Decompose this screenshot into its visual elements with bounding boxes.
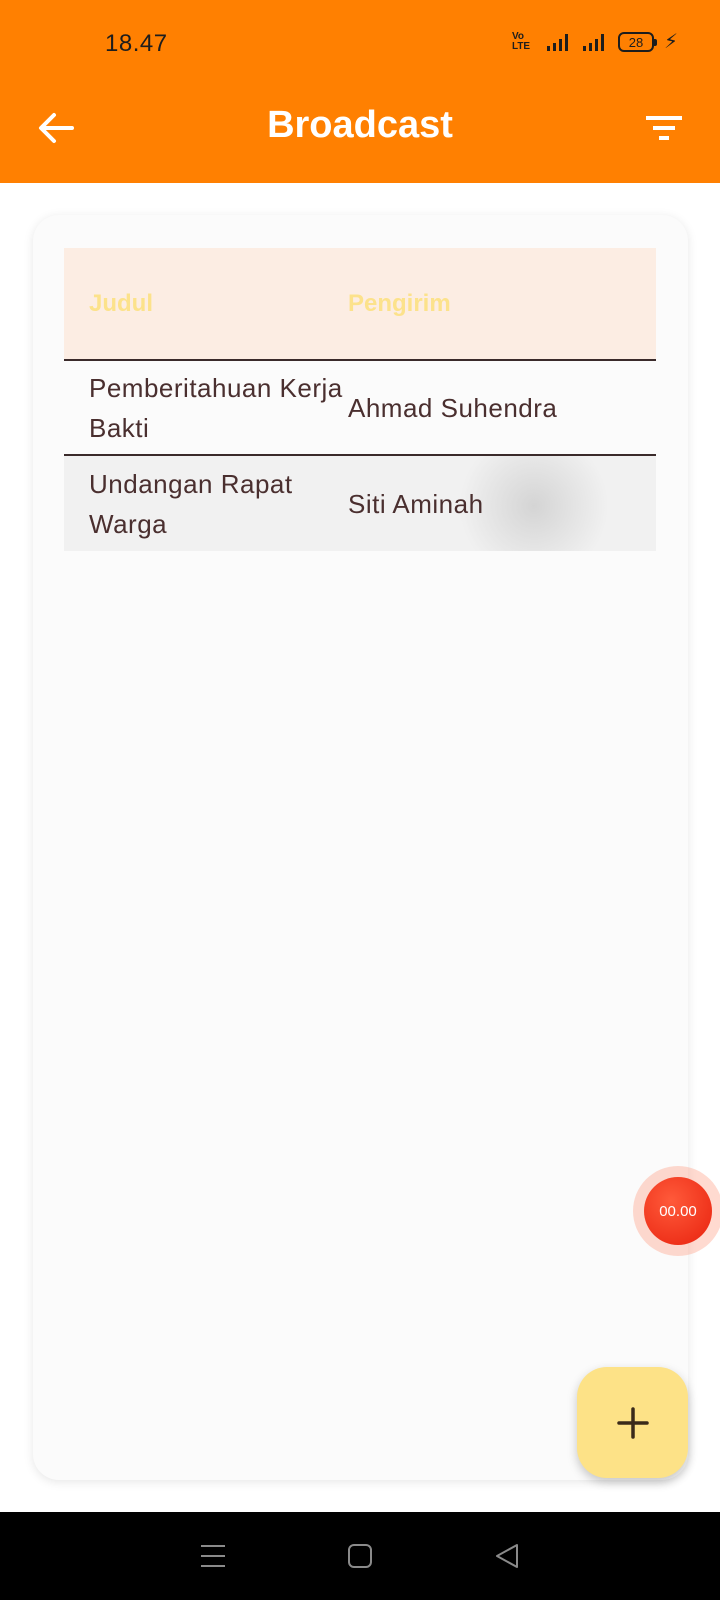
menu-icon xyxy=(201,1545,226,1567)
table-row[interactable]: Pemberitahuan Kerja Bakti Ahmad Suhendra xyxy=(64,361,656,456)
row-pengirim: Siti Aminah xyxy=(348,488,484,519)
filter-button[interactable] xyxy=(644,110,684,146)
page-title: Broadcast xyxy=(267,104,453,146)
header-pengirim: Pengirim xyxy=(348,289,451,317)
table-row[interactable]: Undangan Rapat Warga Siti Aminah xyxy=(64,456,656,551)
timer-label: 00.00 xyxy=(644,1177,712,1245)
back-triangle-icon xyxy=(495,1544,518,1568)
table-header: Judul Pengirim xyxy=(64,248,656,361)
system-nav-bar xyxy=(0,1512,720,1600)
content-card: Judul Pengirim Pemberitahuan Kerja Bakti… xyxy=(33,215,688,1480)
top-bar: 18.47 Vo LTE 28 ⚡ Broadcast xyxy=(0,0,720,183)
add-broadcast-button[interactable] xyxy=(577,1367,688,1478)
plus-icon xyxy=(616,1406,649,1439)
row-pengirim: Ahmad Suhendra xyxy=(348,392,558,423)
status-time: 18.47 xyxy=(105,30,168,57)
broadcast-table: Judul Pengirim Pemberitahuan Kerja Bakti… xyxy=(64,248,656,551)
timer-bubble[interactable]: 00.00 xyxy=(633,1166,720,1256)
charging-icon: ⚡ xyxy=(663,31,678,53)
nav-home-button[interactable] xyxy=(340,1536,380,1576)
header-judul: Judul xyxy=(89,289,153,317)
filter-icon xyxy=(646,116,682,140)
row-judul: Undangan Rapat Warga xyxy=(89,468,293,539)
volte-icon: Vo LTE xyxy=(511,31,531,52)
nav-menu-button[interactable] xyxy=(193,1536,233,1576)
home-square-icon xyxy=(347,1544,372,1568)
signal-icon xyxy=(546,34,568,51)
row-judul: Pemberitahuan Kerja Bakti xyxy=(89,372,343,443)
nav-back-button[interactable] xyxy=(487,1536,527,1576)
status-icons: Vo LTE 28 ⚡ xyxy=(512,32,678,52)
signal-icon-2 xyxy=(582,34,604,51)
battery-level: 28 xyxy=(628,34,644,50)
battery-icon: 28 xyxy=(617,32,657,52)
